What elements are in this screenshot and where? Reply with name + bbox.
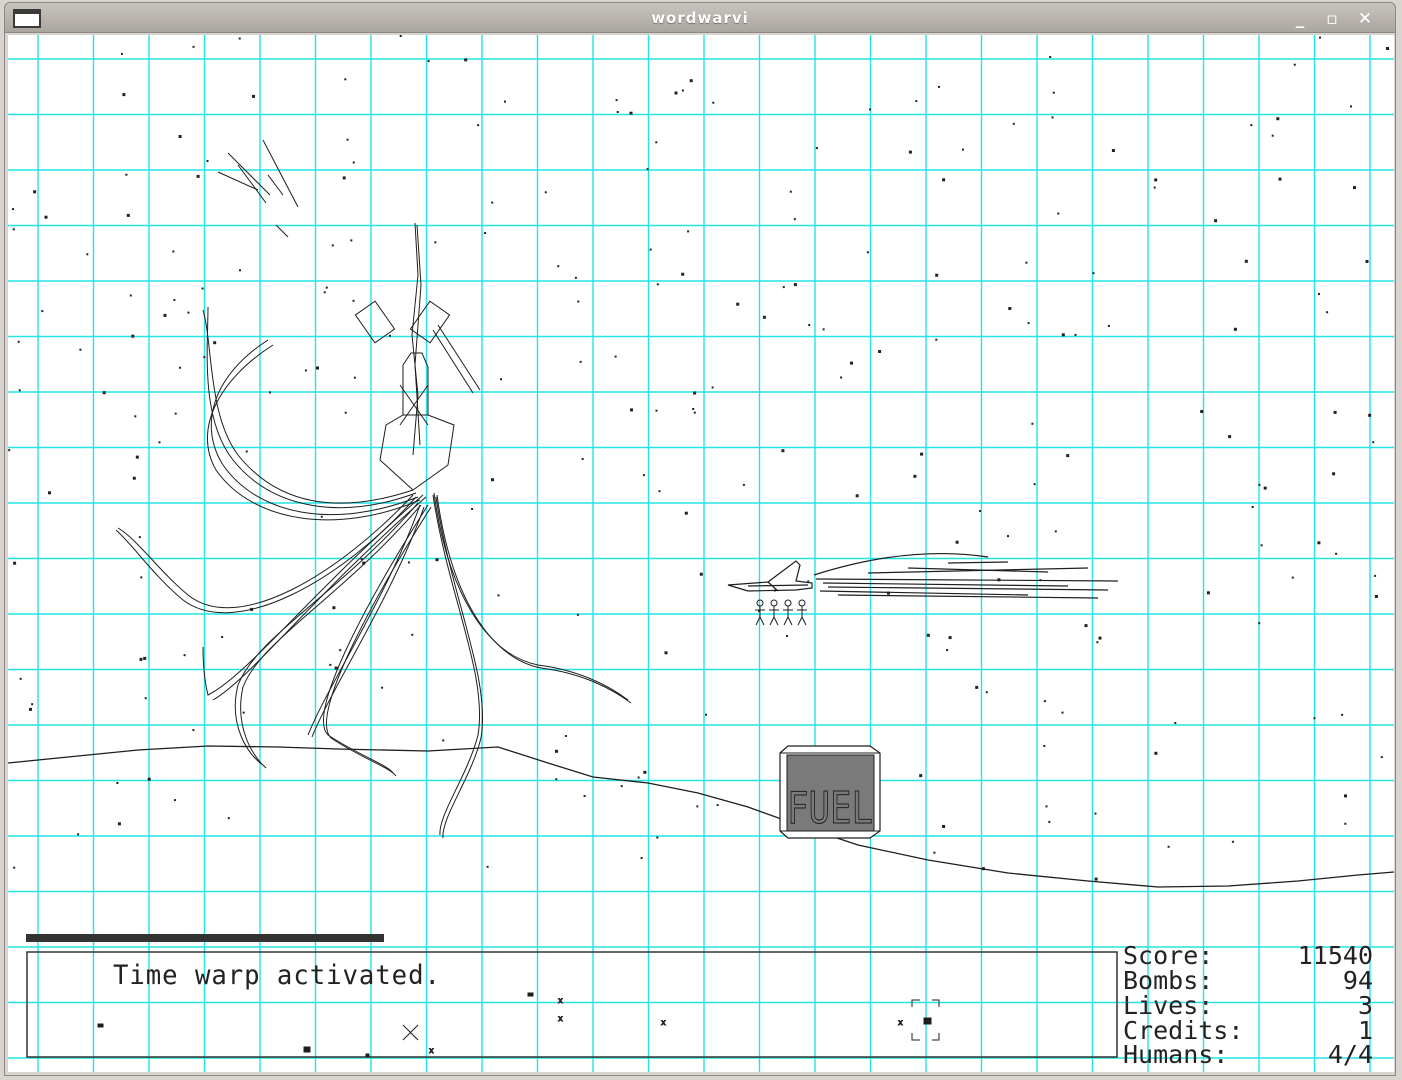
terrain-line: [8, 745, 1394, 888]
game-canvas[interactable]: FUEL x x x x x Time warp activated. Scor…: [8, 35, 1394, 1072]
svg-text:x: x: [898, 1018, 903, 1027]
fuel-label: FUEL: [787, 783, 873, 834]
background-grid: [8, 35, 1394, 1072]
tentacles: [115, 306, 632, 839]
humans-value: 4/4: [1327, 1040, 1373, 1069]
score-label: Score:: [1123, 941, 1214, 970]
octopus-monster: [115, 222, 632, 839]
rescued-humans: [755, 599, 807, 626]
status-message: Time warp activated.: [113, 960, 441, 991]
ship-exhaust-trail: [813, 552, 1119, 599]
bombs-value: 94: [1342, 966, 1373, 995]
svg-text:x: x: [661, 1018, 666, 1027]
explosion-debris: [217, 139, 299, 238]
maximize-button[interactable]: ▫: [1317, 7, 1347, 31]
fuel-gauge-bar: [26, 934, 384, 942]
game-scene: FUEL x x x x x: [8, 35, 1394, 1072]
svg-text:x: x: [558, 996, 563, 1005]
lives-value: 3: [1357, 991, 1373, 1020]
title-bar[interactable]: wordwarvi _ ▫ ✕: [4, 2, 1396, 33]
starfield: [8, 35, 1389, 881]
game-window: wordwarvi _ ▫ ✕ FUEL x x x x x Time warp…: [0, 0, 1400, 1080]
minimize-button[interactable]: _: [1285, 7, 1315, 31]
window-title: wordwarvi: [651, 9, 749, 27]
close-button[interactable]: ✕: [1350, 7, 1380, 31]
svg-text:x: x: [558, 1014, 563, 1023]
bombs-label: Bombs:: [1123, 966, 1214, 995]
lives-label: Lives:: [1123, 991, 1214, 1020]
player-ship: [727, 552, 1119, 599]
svg-text:x: x: [429, 1046, 434, 1055]
score-value: 11540: [1297, 941, 1373, 970]
humans-label: Humans:: [1123, 1040, 1229, 1069]
fuel-tank: FUEL: [779, 745, 881, 839]
